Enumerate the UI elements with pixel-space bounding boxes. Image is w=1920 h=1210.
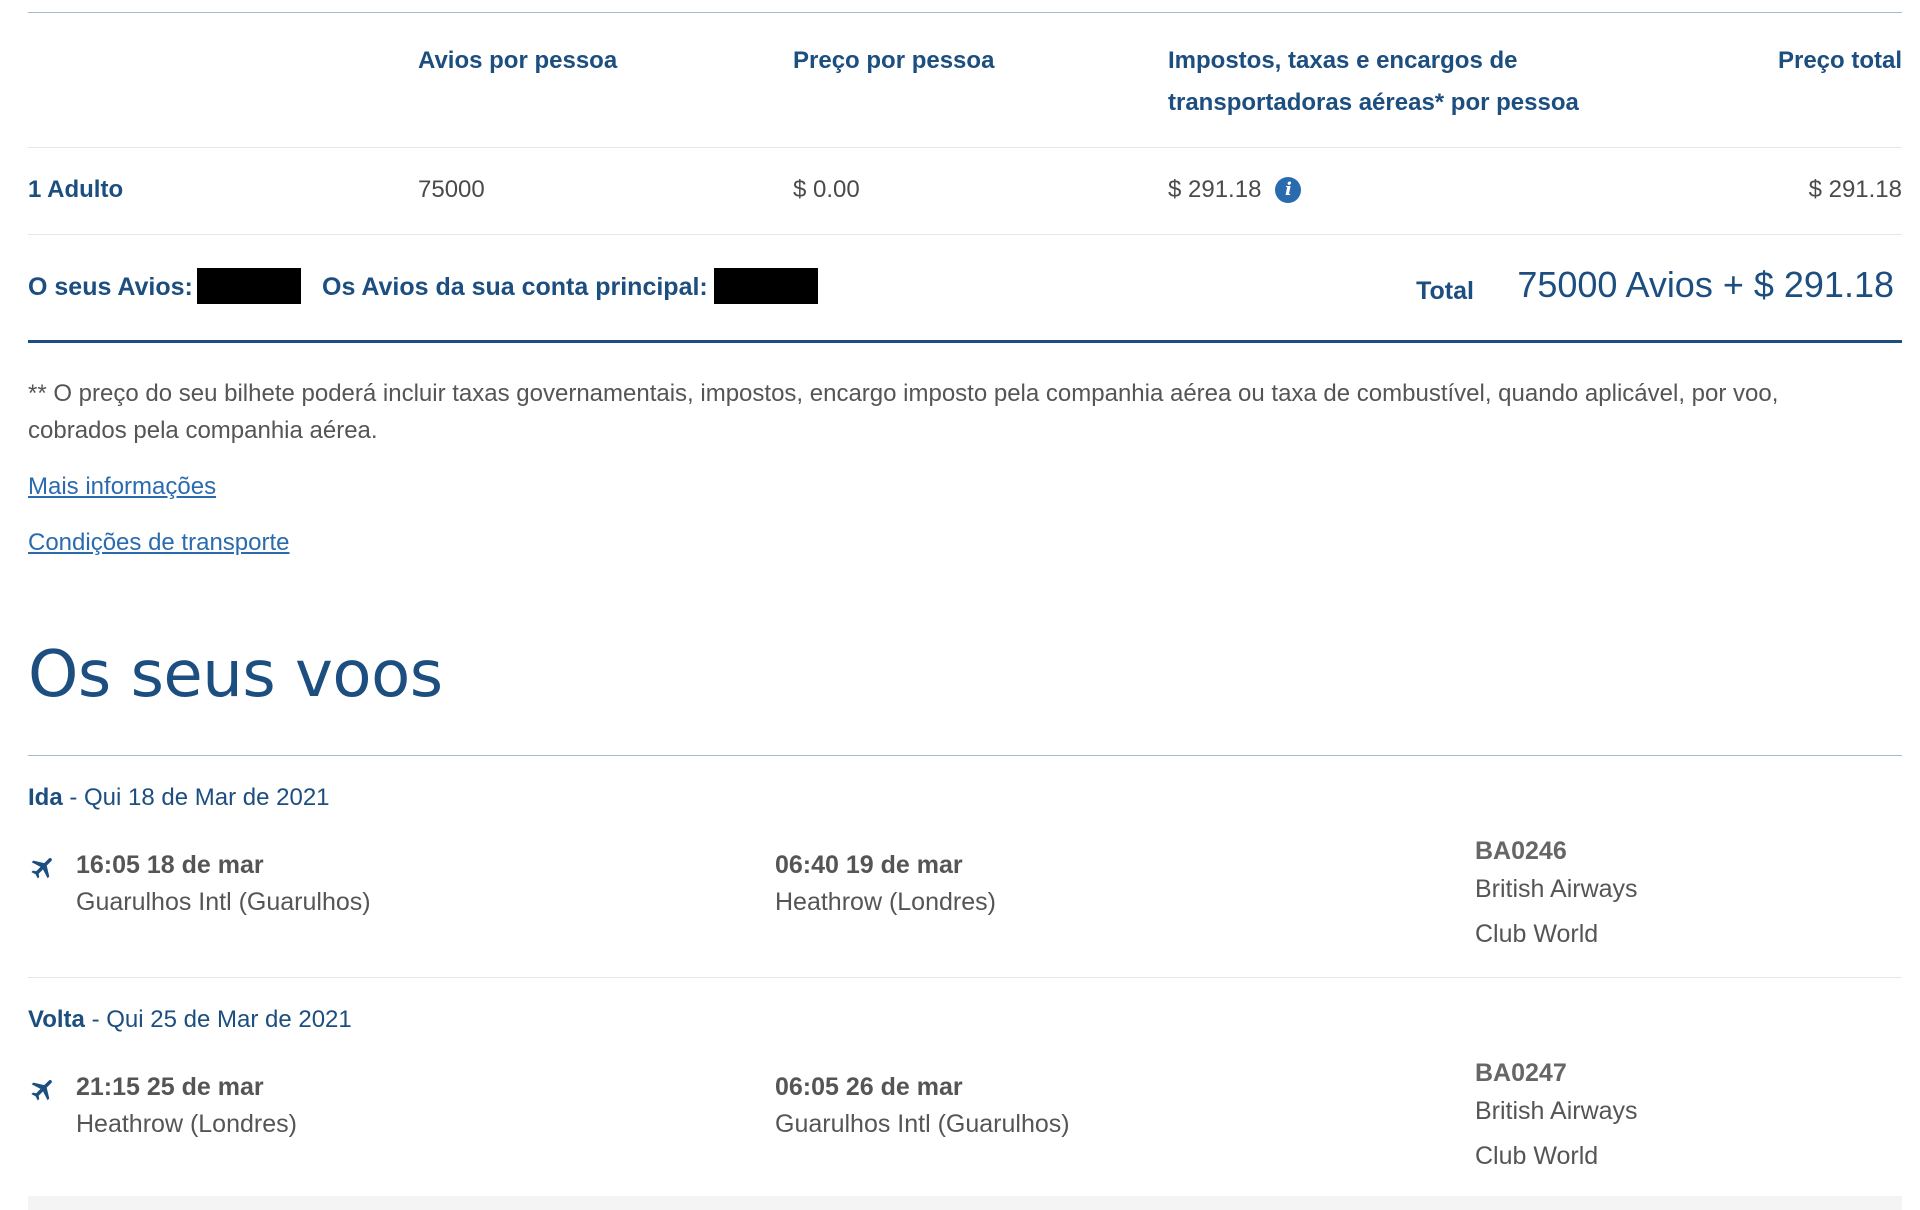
header-avios-per-person: Avios por pessoa bbox=[418, 47, 618, 74]
conditions-of-carriage-link[interactable]: Condições de transporte bbox=[28, 525, 290, 561]
departure-airport: Guarulhos Intl (Guarulhos) bbox=[76, 888, 371, 916]
header-taxes-line1: Impostos, taxas e encargos de bbox=[1168, 47, 1518, 74]
total-value: 75000 Avios + $ 291.18 bbox=[1517, 264, 1894, 305]
leg-type: Ida bbox=[28, 784, 63, 811]
divider-top bbox=[28, 12, 1902, 13]
plane-icon bbox=[31, 1080, 52, 1101]
flights-title: Os seus voos bbox=[28, 638, 443, 712]
leg-date: - Qui 25 de Mar de 2021 bbox=[84, 1006, 352, 1033]
taxes-value: $ 291.18 bbox=[1168, 176, 1262, 203]
outbound-leg-title: Ida - Qui 18 de Mar de 2021 bbox=[28, 780, 330, 816]
header-price-per-person: Preço por pessoa bbox=[793, 47, 995, 74]
main-account-avios-label: Os Avios da sua conta principal: bbox=[322, 273, 708, 301]
more-info-link[interactable]: Mais informações bbox=[28, 469, 216, 505]
arrival-time: 06:40 19 de mar bbox=[775, 851, 963, 879]
header-taxes-line2: transportadoras aéreas* por pessoa bbox=[1168, 89, 1579, 116]
return-leg-title: Volta - Qui 25 de Mar de 2021 bbox=[28, 1002, 352, 1038]
info-icon[interactable]: i bbox=[1275, 177, 1302, 203]
cabin-class: Club World bbox=[1475, 1142, 1599, 1170]
booking-summary: Avios por pessoa Preço por pessoa Impost… bbox=[28, 0, 1902, 1210]
avios-value: 75000 bbox=[418, 176, 485, 203]
flight-number: BA0247 bbox=[1475, 1059, 1567, 1087]
redacted-main-account-avios bbox=[714, 268, 818, 304]
leg-type: Volta bbox=[28, 1006, 85, 1033]
total-label: Total bbox=[1416, 277, 1474, 305]
cabin-class: Club World bbox=[1475, 920, 1599, 948]
price-footnote: ** O preço do seu bilhete poderá incluir… bbox=[28, 375, 1888, 449]
your-avios-label: O seus Avios: bbox=[28, 273, 193, 301]
leg-date: - Qui 18 de Mar de 2021 bbox=[62, 784, 330, 811]
departure-time: 16:05 18 de mar bbox=[76, 851, 264, 879]
flight-number: BA0246 bbox=[1475, 837, 1567, 865]
total-price-value: $ 291.18 bbox=[1808, 176, 1902, 203]
divider-row bbox=[28, 234, 1902, 235]
divider-flights bbox=[28, 755, 1902, 756]
header-total-price: Preço total bbox=[1777, 47, 1902, 74]
footnote-line1: ** O preço do seu bilhete poderá incluir… bbox=[28, 380, 1779, 407]
passenger-label: 1 Adulto bbox=[28, 176, 124, 203]
divider-legs bbox=[28, 977, 1902, 978]
departure-time: 21:15 25 de mar bbox=[76, 1073, 264, 1101]
airline-name: British Airways bbox=[1475, 875, 1638, 903]
redacted-your-avios bbox=[197, 268, 301, 304]
divider-header bbox=[28, 147, 1902, 148]
airline-name: British Airways bbox=[1475, 1097, 1638, 1125]
header-taxes-per-person: Impostos, taxas e encargos de transporta… bbox=[1168, 40, 1638, 124]
departure-airport: Heathrow (Londres) bbox=[76, 1110, 297, 1138]
total-row: O seus Avios: Os Avios da sua conta prin… bbox=[28, 264, 1902, 309]
footnote-line2: cobrados pela companhia aérea. bbox=[28, 417, 378, 444]
price-value: $ 0.00 bbox=[793, 176, 860, 203]
arrival-time: 06:05 26 de mar bbox=[775, 1073, 963, 1101]
arrival-airport: Heathrow (Londres) bbox=[775, 888, 996, 916]
divider-bottom bbox=[28, 1196, 1902, 1210]
arrival-airport: Guarulhos Intl (Guarulhos) bbox=[775, 1110, 1070, 1138]
divider-total bbox=[28, 340, 1902, 343]
plane-icon bbox=[31, 858, 52, 879]
taxes-cell: $ 291.18 i bbox=[1168, 172, 1302, 208]
